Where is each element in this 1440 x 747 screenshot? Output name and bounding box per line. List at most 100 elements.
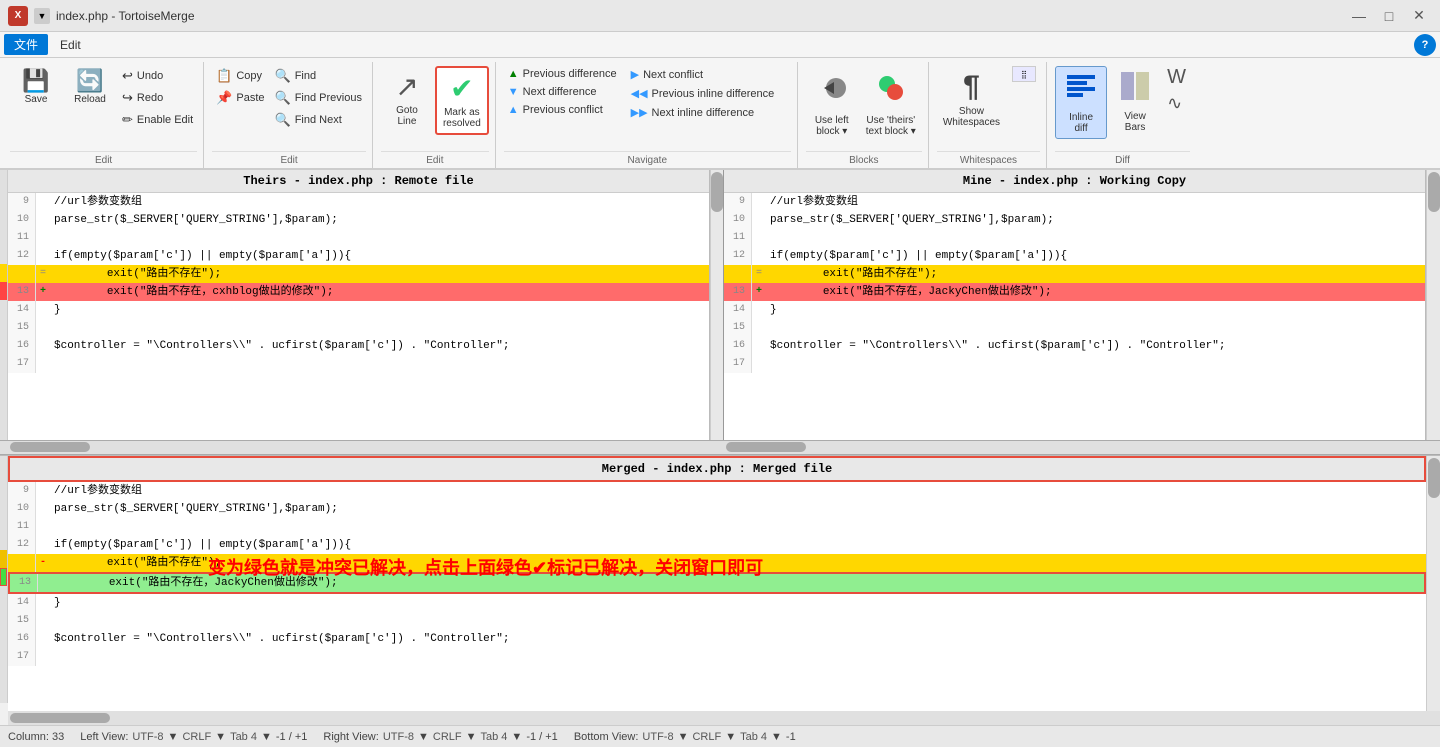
mine-vscroll[interactable]: [1426, 170, 1440, 440]
prev-conflict-button[interactable]: ▲ Previous conflict: [504, 102, 621, 118]
table-row: 9//url参数变数组: [724, 193, 1425, 211]
undo-button[interactable]: ↩ Undo: [118, 66, 197, 86]
find-prev-label: Find Previous: [295, 92, 362, 104]
save-button[interactable]: 💾 Save: [10, 66, 62, 109]
theirs-hscroll[interactable]: [8, 441, 710, 454]
inline-diff-button[interactable]: Inlinediff: [1055, 66, 1107, 139]
right-lineending-dropdown[interactable]: CRLF: [433, 731, 462, 743]
left-tab-dropdown[interactable]: Tab 4: [230, 731, 257, 743]
bottom-tab-dropdown[interactable]: Tab 4: [740, 731, 767, 743]
menu-edit[interactable]: Edit: [50, 36, 91, 54]
left-encoding-dropdown[interactable]: UTF-8: [132, 731, 163, 743]
table-row: 14}: [8, 301, 709, 319]
merged-hscroll[interactable]: [8, 711, 1440, 725]
left-lineending-dropdown[interactable]: CRLF: [182, 731, 211, 743]
table-row: 16$controller = "\Controllers\\" . ucfir…: [8, 337, 709, 355]
merged-content[interactable]: 9//url参数变数组 10parse_str($_SERVER['QUERY_…: [8, 482, 1426, 712]
table-row: 9//url参数变数组: [8, 482, 1426, 500]
next-conflict-button[interactable]: ▶ Next conflict: [627, 66, 779, 83]
next-inline-label: Next inline difference: [652, 107, 755, 119]
maximize-button[interactable]: □: [1376, 6, 1402, 26]
mine-content[interactable]: 9//url参数变数组 10parse_str($_SERVER['QUERY_…: [724, 193, 1425, 440]
table-row: 17: [8, 648, 1426, 666]
reload-button[interactable]: 🔄 Reload: [64, 66, 116, 109]
ribbon-group-goto-resolve: ↗ GotoLine ✔ Mark asresolved Edit: [375, 62, 496, 168]
checkmark-icon: ✔: [450, 72, 473, 105]
next-inline-icon: ▶▶: [631, 106, 648, 119]
prev-difference-button[interactable]: ▲ Previous difference: [504, 66, 621, 82]
menu-file[interactable]: 文件: [4, 34, 48, 55]
ribbon-group-whitespace: ¶ ShowWhitespaces ⣿ Whitespaces: [931, 62, 1047, 168]
close-button[interactable]: ✕: [1406, 6, 1432, 26]
table-row: 12if(empty($param['c']) || empty($param[…: [8, 247, 709, 265]
prev-diff-icon: ▲: [508, 68, 519, 80]
use-theirs-label: Use 'theirs'text block ▾: [866, 115, 916, 137]
mine-hscroll[interactable]: [724, 441, 1426, 454]
table-row: 13 exit("路由不存在，JackyChen做出修改");: [8, 572, 1426, 594]
right-view-label: Right View:: [323, 731, 378, 743]
reload-icon: 🔄: [76, 70, 103, 92]
copy-paste-sub: 📋 Copy 📌 Paste: [212, 66, 268, 108]
view-bars-button[interactable]: ViewBars: [1109, 66, 1161, 137]
right-pos: -1 / +1: [526, 731, 558, 743]
scroll-corner-right: [1426, 441, 1440, 454]
window-controls: — □ ✕: [1346, 6, 1432, 26]
copy-group-label: Edit: [212, 151, 366, 168]
table-row: 11: [8, 518, 1426, 536]
ribbon-btns-navigate: ▲ Previous difference ▼ Next difference …: [504, 62, 778, 151]
minimize-button[interactable]: —: [1346, 6, 1372, 26]
bottom-lineending-dropdown[interactable]: CRLF: [692, 731, 721, 743]
mine-code-lines: 9//url参数变数组 10parse_str($_SERVER['QUERY_…: [724, 193, 1425, 373]
next-difference-button[interactable]: ▼ Next difference: [504, 84, 621, 100]
inline-diff-icon: [1065, 71, 1097, 110]
paste-button[interactable]: 📌 Paste: [212, 88, 268, 108]
blocks-group-label: Blocks: [806, 151, 922, 168]
merged-vscroll[interactable]: [1426, 456, 1440, 712]
table-row: 15: [724, 319, 1425, 337]
merged-pane: Merged - index.php : Merged file 9//url参…: [0, 455, 1440, 726]
next-inline-diff-button[interactable]: ▶▶ Next inline difference: [627, 104, 779, 121]
bottom-encoding-dropdown[interactable]: UTF-8: [642, 731, 673, 743]
column-status: Column: 33: [8, 731, 64, 743]
bottom-pos: -1: [786, 731, 796, 743]
find-next-button[interactable]: 🔍 Find Next: [271, 110, 366, 130]
find-prev-icon: 🔍: [275, 90, 291, 106]
whitespace-icon: ¶: [963, 70, 980, 104]
goto-line-icon: ↗: [395, 70, 418, 103]
table-row: 13+ exit("路由不存在，JackyChen做出修改");: [724, 283, 1425, 301]
prev-conflict-icon: ▲: [508, 104, 519, 116]
right-tab-dropdown[interactable]: Tab 4: [481, 731, 508, 743]
word-icon[interactable]: W: [1167, 66, 1186, 89]
redo-button[interactable]: ↪ Redo: [118, 88, 197, 108]
theirs-vscroll[interactable]: [710, 170, 724, 440]
mine-vscroll-thumb: [1428, 172, 1440, 212]
navigate-group-label: Navigate: [504, 151, 791, 168]
find-previous-button[interactable]: 🔍 Find Previous: [271, 88, 366, 108]
goto-line-label: GotoLine: [396, 105, 418, 127]
nav-col-right: ▶ Next conflict ◀◀ Previous inline diffe…: [627, 66, 779, 121]
table-row: 10parse_str($_SERVER['QUERY_STRING'],$pa…: [724, 211, 1425, 229]
mark-resolved-button[interactable]: ✔ Mark asresolved: [435, 66, 489, 135]
prev-inline-diff-button[interactable]: ◀◀ Previous inline difference: [627, 85, 779, 102]
theirs-pane: Theirs - index.php : Remote file 9//url参…: [8, 170, 710, 440]
copy-button[interactable]: 📋 Copy: [212, 66, 268, 86]
right-encoding-dropdown[interactable]: UTF-8: [383, 731, 414, 743]
prev-inline-icon: ◀◀: [631, 87, 648, 100]
use-theirs-block-button[interactable]: Use 'theirs'text block ▾: [860, 66, 922, 141]
theirs-content[interactable]: 9//url参数变数组 10parse_str($_SERVER['QUERY_…: [8, 193, 709, 440]
help-button[interactable]: ?: [1414, 34, 1436, 56]
diff-area: Theirs - index.php : Remote file 9//url参…: [0, 170, 1440, 725]
goto-line-button[interactable]: ↗ GotoLine: [381, 66, 433, 131]
find-icon: 🔍: [275, 68, 291, 84]
enable-edit-button[interactable]: ✏ Enable Edit: [118, 110, 197, 130]
find-button[interactable]: 🔍 Find: [271, 66, 366, 86]
left-view-status: Left View: UTF-8▼ CRLF▼ Tab 4▼ -1 / +1: [80, 731, 307, 743]
undo-label: Undo: [137, 70, 163, 82]
merged-code-lines: 9//url参数变数组 10parse_str($_SERVER['QUERY_…: [8, 482, 1426, 666]
table-row: 16$controller = "\Controllers\\" . ucfir…: [8, 630, 1426, 648]
edit-sub-buttons: ↩ Undo ↪ Redo ✏ Enable Edit: [118, 66, 197, 130]
use-left-block-button[interactable]: Use leftblock ▾: [806, 66, 858, 141]
ribbon-group-edit1: 💾 Save 🔄 Reload ↩ Undo ↪ Redo ✏ Enable E…: [4, 62, 204, 168]
abc-icon[interactable]: ∿: [1167, 93, 1186, 114]
show-whitespace-button[interactable]: ¶ ShowWhitespaces: [937, 66, 1006, 132]
